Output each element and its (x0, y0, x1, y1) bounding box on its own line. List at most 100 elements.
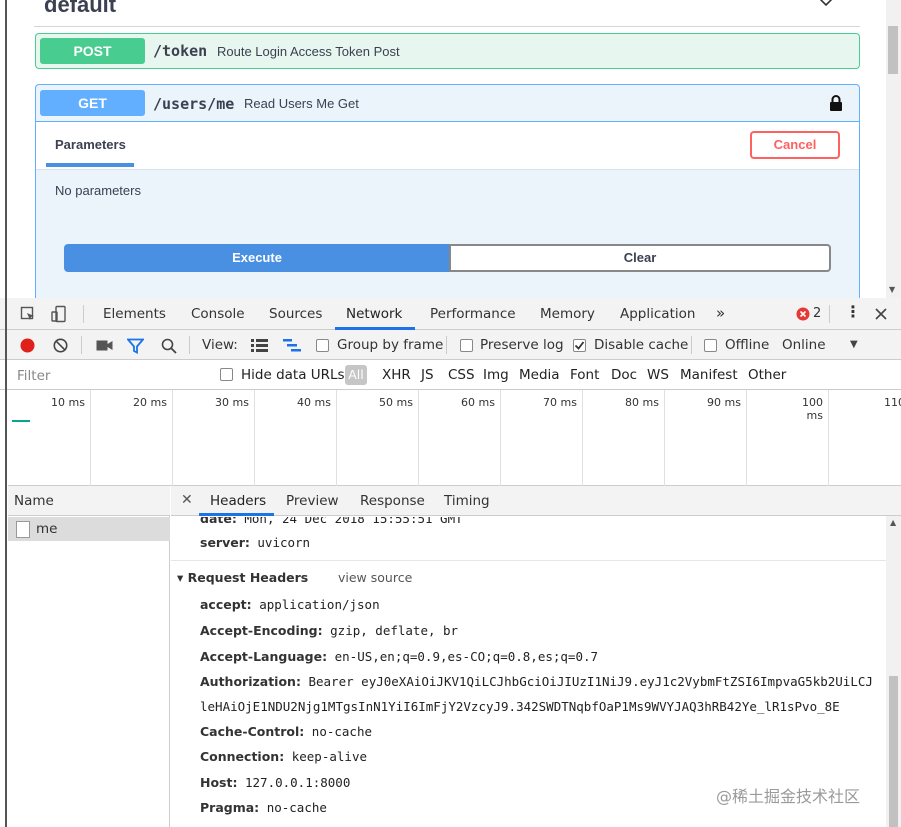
filter-type-font[interactable]: Font (570, 367, 599, 383)
toolbar-separator (446, 336, 447, 354)
section-title: default (44, 0, 117, 17)
request-headers-toggle[interactable]: ▾ Request Headers (177, 570, 308, 585)
error-count[interactable]: 2 (813, 306, 821, 321)
group-by-frame-checkbox[interactable] (316, 339, 329, 352)
chevron-down-icon[interactable] (818, 0, 834, 10)
clear-log-icon[interactable] (53, 338, 68, 353)
filter-icon[interactable] (127, 338, 144, 354)
detail-scrollbar-thumb[interactable] (889, 676, 898, 827)
dropdown-arrow-icon[interactable]: ▼ (850, 339, 858, 350)
timeline-tick-label: 80 ms (625, 396, 659, 409)
more-tabs-button[interactable]: » (716, 304, 725, 322)
method-badge-get[interactable]: GET (40, 90, 145, 116)
network-timeline-overview[interactable]: 10 ms 20 ms 30 ms 40 ms 50 ms 60 ms 70 ms 80 ms… (8, 390, 901, 486)
tab-preview[interactable]: Preview (286, 493, 339, 509)
search-icon[interactable] (161, 338, 177, 354)
filter-type-xhr[interactable]: XHR (382, 367, 411, 383)
clear-button[interactable]: Clear (449, 244, 831, 272)
tab-elements[interactable]: Elements (103, 306, 166, 322)
scroll-up-arrow-icon[interactable]: ▲ (890, 518, 896, 527)
disable-cache-label[interactable]: Disable cache (594, 337, 688, 353)
operation-post-token[interactable]: POST /token Route Login Access Token Pos… (35, 33, 860, 69)
header-value: no-cache (311, 724, 373, 739)
header-authorization: Authorization: Bearer eyJ0eXAiOiJKV1QiLC… (200, 674, 886, 689)
timeline-tick-label: 30 ms (215, 396, 249, 409)
kebab-menu-icon[interactable]: ⋮ (845, 302, 861, 321)
device-toolbar-icon[interactable] (50, 305, 68, 323)
operation-path[interactable]: /users/me (153, 95, 234, 113)
cancel-button[interactable]: Cancel (750, 131, 840, 159)
header-key: Cache-Control: (200, 724, 305, 739)
detail-tab-bar: ✕ Headers Preview Response Timing (171, 486, 901, 516)
filter-type-img[interactable]: Img (483, 367, 509, 383)
swagger-ui-panel: default POST /token Route Login Access T… (0, 0, 901, 298)
inspect-element-icon[interactable] (20, 306, 36, 322)
header-key: Host: (200, 775, 238, 790)
header-value: keep-alive (291, 749, 367, 764)
request-row-me[interactable]: me (8, 517, 170, 541)
offline-checkbox[interactable] (704, 339, 717, 352)
operation-summary: Route Login Access Token Post (217, 44, 400, 59)
filter-type-media[interactable]: Media (519, 367, 560, 383)
screenshot-capture-icon[interactable] (96, 339, 113, 352)
filter-type-js[interactable]: JS (421, 367, 434, 383)
throttling-select[interactable]: Online (782, 337, 826, 353)
tab-sources[interactable]: Sources (269, 306, 322, 322)
filter-type-all[interactable]: All (345, 365, 367, 385)
view-source-link[interactable]: view source (338, 570, 412, 585)
tab-active-indicator (46, 163, 134, 167)
page-scrollbar-thumb[interactable] (888, 26, 898, 74)
tab-response[interactable]: Response (360, 493, 425, 509)
filter-type-doc[interactable]: Doc (611, 367, 637, 383)
section-divider (171, 560, 886, 561)
checkmark-icon (574, 341, 585, 350)
filter-type-ws[interactable]: WS (647, 367, 669, 383)
scroll-down-arrow-icon[interactable]: ▼ (889, 285, 895, 294)
group-by-frame-label[interactable]: Group by frame (337, 337, 443, 353)
preserve-log-checkbox[interactable] (460, 339, 473, 352)
tab-memory[interactable]: Memory (540, 306, 595, 322)
document-icon (16, 521, 30, 538)
toolbar-separator (691, 336, 692, 354)
tab-console[interactable]: Console (191, 306, 245, 322)
tab-timing[interactable]: Timing (444, 493, 490, 509)
filter-input[interactable]: Filter (17, 368, 50, 384)
filter-type-css[interactable]: CSS (448, 367, 475, 383)
timeline-tick-label: 90 ms (707, 396, 741, 409)
tab-headers[interactable]: Headers (210, 493, 266, 509)
window-left-border (5, 0, 7, 298)
waterfall-overview-icon[interactable] (283, 339, 301, 352)
error-icon[interactable] (796, 307, 810, 321)
timeline-gridline (664, 390, 665, 486)
operation-summary[interactable]: Read Users Me Get (244, 96, 359, 111)
disable-cache-checkbox[interactable] (573, 339, 586, 352)
tab-active-indicator (199, 513, 274, 516)
timeline-tick-label: 100 ms (802, 396, 823, 422)
close-detail-icon[interactable]: ✕ (181, 492, 193, 508)
record-icon[interactable] (20, 338, 35, 353)
filter-type-manifest[interactable]: Manifest (680, 367, 738, 383)
timeline-tick-label: 40 ms (297, 396, 331, 409)
header-value: gzip, deflate, br (330, 623, 459, 638)
execute-button[interactable]: Execute (64, 244, 450, 272)
name-column-header[interactable]: Name (8, 486, 170, 516)
tab-parameters[interactable]: Parameters (55, 137, 126, 152)
tab-network[interactable]: Network (346, 306, 402, 322)
hide-data-urls-checkbox[interactable] (220, 368, 233, 381)
large-rows-icon[interactable] (251, 339, 268, 352)
toolbar-separator (829, 305, 830, 323)
hide-data-urls-label[interactable]: Hide data URLs (241, 367, 345, 383)
tab-performance[interactable]: Performance (430, 306, 516, 322)
filter-type-other[interactable]: Other (748, 367, 786, 383)
header-pragma: Pragma: no-cache (200, 800, 327, 815)
preserve-log-label[interactable]: Preserve log (480, 337, 564, 353)
tab-application[interactable]: Application (620, 306, 695, 322)
network-toolbar: View: Group by frame Preserve log Disabl… (0, 330, 901, 360)
header-accept-encoding: Accept-Encoding: gzip, deflate, br (200, 623, 458, 638)
header-value: no-cache (266, 800, 327, 815)
header-key: Pragma: (200, 800, 260, 815)
close-icon[interactable] (874, 307, 888, 321)
window-left-border (5, 298, 7, 827)
offline-label[interactable]: Offline (725, 337, 769, 353)
lock-icon[interactable] (829, 94, 843, 112)
